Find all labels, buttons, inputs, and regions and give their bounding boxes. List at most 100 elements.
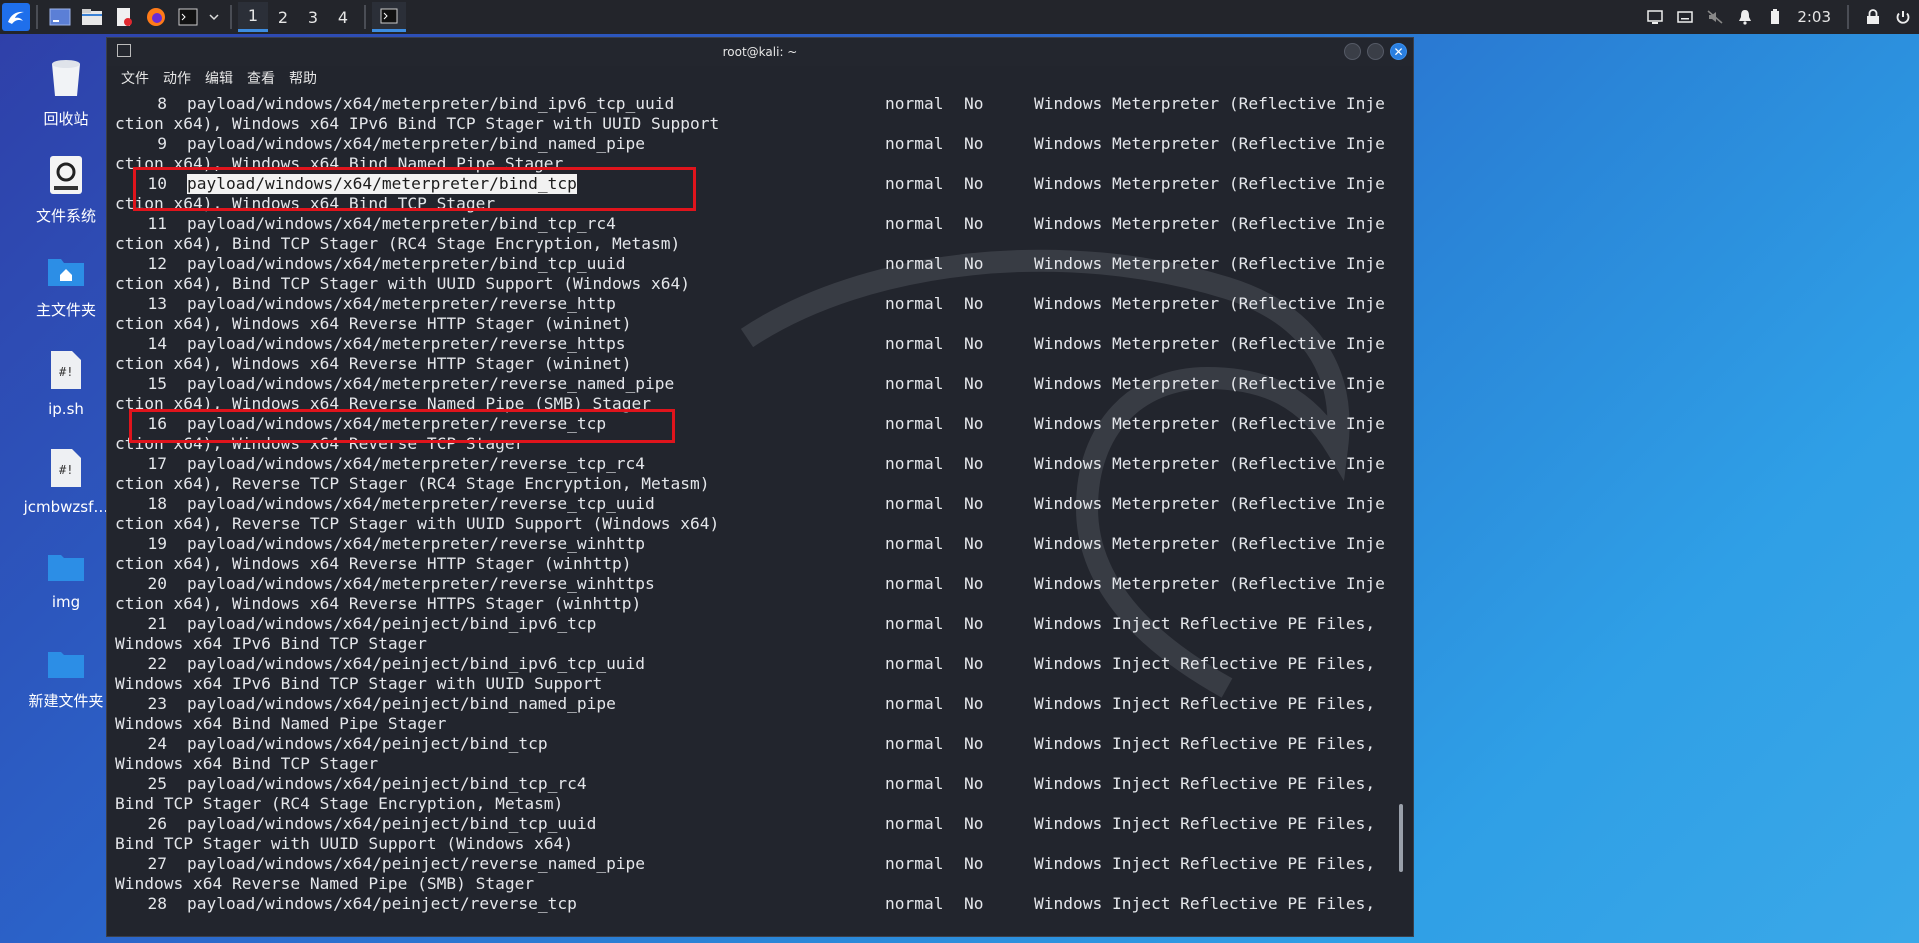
- minimize-button[interactable]: [1344, 43, 1361, 60]
- workspace-4[interactable]: 4: [328, 2, 358, 32]
- row-number: 18: [147, 494, 168, 513]
- payload-name: payload/windows/x64/peinject/reverse_tcp: [187, 894, 577, 913]
- svg-text:#!: #!: [59, 365, 73, 379]
- row-check: No: [964, 374, 984, 393]
- row-rank: normal: [885, 734, 944, 753]
- row-description-continued: ction x64), Bind TCP Stager (RC4 Stage E…: [115, 234, 681, 253]
- payload-name: payload/windows/x64/peinject/bind_tcp: [187, 734, 548, 753]
- battery-icon[interactable]: [1767, 9, 1783, 25]
- row-description-continued: Windows x64 Bind TCP Stager: [115, 754, 379, 773]
- text-editor-icon[interactable]: [112, 6, 136, 28]
- table-row: 21 payload/windows/x64/peinject/bind_ipv6…: [115, 614, 1395, 634]
- script-file-icon: #!: [18, 448, 114, 492]
- row-description: Windows Inject Reflective PE Files,: [1034, 654, 1376, 673]
- desktop-icon-label: 回收站: [43, 110, 89, 128]
- row-rank: normal: [885, 494, 944, 513]
- row-rank: normal: [885, 894, 944, 913]
- payload-name: payload/windows/x64/meterpreter/reverse_…: [187, 374, 675, 393]
- file-manager-icon[interactable]: [80, 6, 104, 28]
- desktop-icon-script[interactable]: #! jcmbwzsf…: [18, 448, 114, 516]
- desktop-icon-label: 文件系统: [35, 207, 96, 225]
- row-description: Windows Inject Reflective PE Files,: [1034, 734, 1376, 753]
- row-number: 21: [147, 614, 168, 633]
- firefox-icon[interactable]: [144, 6, 168, 28]
- panel-separator: [364, 5, 366, 29]
- row-rank: normal: [885, 454, 944, 473]
- clock[interactable]: 2:03: [1797, 8, 1831, 26]
- menu-edit[interactable]: 编辑: [205, 68, 233, 88]
- logout-icon[interactable]: [1895, 9, 1911, 25]
- payload-name: payload/windows/x64/peinject/reverse_nam…: [187, 854, 646, 873]
- row-description: Windows Meterpreter (Reflective Inje: [1034, 574, 1385, 593]
- row-rank: normal: [885, 534, 944, 553]
- volume-muted-icon[interactable]: [1707, 9, 1723, 25]
- payload-name: payload/windows/x64/meterpreter/reverse_…: [187, 334, 626, 353]
- desktop-icon-ip-sh[interactable]: #! ip.sh: [18, 350, 114, 418]
- desktop-icon-filesystem[interactable]: 文件系统: [18, 155, 114, 226]
- row-rank: normal: [885, 334, 944, 353]
- table-row: 18 payload/windows/x64/meterpreter/revers…: [115, 494, 1395, 514]
- kali-menu-button[interactable]: [2, 3, 30, 31]
- table-row: 27 payload/windows/x64/peinject/reverse_n…: [115, 854, 1395, 874]
- window-titlebar[interactable]: root@kali: ~ ✕: [107, 38, 1413, 66]
- menu-action[interactable]: 动作: [163, 68, 191, 88]
- desktop-icon-home[interactable]: 主文件夹: [18, 253, 114, 320]
- display-icon[interactable]: [1647, 9, 1664, 25]
- row-number: 25: [147, 774, 168, 793]
- row-description-continued: Windows x64 Reverse Named Pipe (SMB) Sta…: [115, 874, 535, 893]
- table-row: 17 payload/windows/x64/meterpreter/revers…: [115, 454, 1395, 474]
- row-description: Windows Inject Reflective PE Files,: [1034, 814, 1376, 833]
- row-continuation: Bind TCP Stager with UUID Support (Windo…: [115, 834, 1395, 854]
- taskbar-terminal-button[interactable]: [372, 2, 406, 32]
- table-row: 11 payload/windows/x64/meterpreter/bind_t…: [115, 214, 1395, 234]
- payload-name: payload/windows/x64/meterpreter/reverse_…: [187, 494, 655, 513]
- terminal-output[interactable]: 8 payload/windows/x64/meterpreter/bind_ip…: [115, 94, 1395, 930]
- highlight-box-reverse-tcp: [129, 409, 675, 443]
- row-check: No: [964, 614, 984, 633]
- row-description-continued: ction x64), Reverse TCP Stager (RC4 Stag…: [115, 474, 710, 493]
- workspace-1[interactable]: 1: [238, 2, 268, 32]
- keyboard-icon[interactable]: [1677, 9, 1694, 25]
- workspace-3[interactable]: 3: [298, 2, 328, 32]
- terminal-launcher-icon[interactable]: [176, 6, 200, 28]
- notification-bell-icon[interactable]: [1737, 9, 1753, 25]
- desktop-icon-new-folder[interactable]: 新建文件夹: [18, 650, 114, 711]
- menu-file[interactable]: 文件: [121, 68, 149, 88]
- row-continuation: Windows x64 Bind TCP Stager: [115, 754, 1395, 774]
- row-check: No: [964, 694, 984, 713]
- row-check: No: [964, 94, 984, 113]
- row-rank: normal: [885, 414, 944, 433]
- row-continuation: ction x64), Windows x64 Reverse HTTP Sta…: [115, 354, 1395, 374]
- row-description: Windows Meterpreter (Reflective Inje: [1034, 534, 1385, 553]
- row-continuation: Bind TCP Stager (RC4 Stage Encryption, M…: [115, 794, 1395, 814]
- window-menu-icon[interactable]: [117, 44, 131, 57]
- show-desktop-icon[interactable]: [48, 6, 72, 28]
- close-icon: ✕: [1393, 44, 1404, 59]
- row-continuation: Windows x64 IPv6 Bind TCP Stager: [115, 634, 1395, 654]
- row-rank: normal: [885, 134, 944, 153]
- close-button[interactable]: ✕: [1390, 43, 1407, 60]
- lock-icon[interactable]: [1865, 9, 1881, 25]
- menu-view[interactable]: 查看: [247, 68, 275, 88]
- chevron-down-icon[interactable]: [208, 6, 220, 28]
- row-check: No: [964, 534, 984, 553]
- table-row: 26 payload/windows/x64/peinject/bind_tcp_…: [115, 814, 1395, 834]
- row-number: 12: [147, 254, 168, 273]
- row-description-continued: ction x64), Windows x64 IPv6 Bind TCP St…: [115, 114, 720, 133]
- row-description: Windows Inject Reflective PE Files,: [1034, 774, 1376, 793]
- payload-name: payload/windows/x64/meterpreter/bind_nam…: [187, 134, 646, 153]
- workspace-2[interactable]: 2: [268, 2, 298, 32]
- row-number: 14: [147, 334, 168, 353]
- scrollbar-thumb[interactable]: [1399, 804, 1403, 872]
- desktop-icon-img[interactable]: img: [18, 553, 114, 611]
- maximize-button[interactable]: [1367, 43, 1384, 60]
- folder-icon: [18, 650, 114, 684]
- table-row: 28 payload/windows/x64/peinject/reverse_t…: [115, 894, 1395, 914]
- row-rank: normal: [885, 574, 944, 593]
- desktop-icon-label: jcmbwzsf…: [23, 498, 109, 516]
- row-description-continued: ction x64), Windows x64 Reverse HTTPS St…: [115, 594, 642, 613]
- row-number: 19: [147, 534, 168, 553]
- desktop-icon-trash[interactable]: 回收站: [18, 58, 114, 129]
- row-number: 15: [147, 374, 168, 393]
- menu-help[interactable]: 帮助: [289, 68, 317, 88]
